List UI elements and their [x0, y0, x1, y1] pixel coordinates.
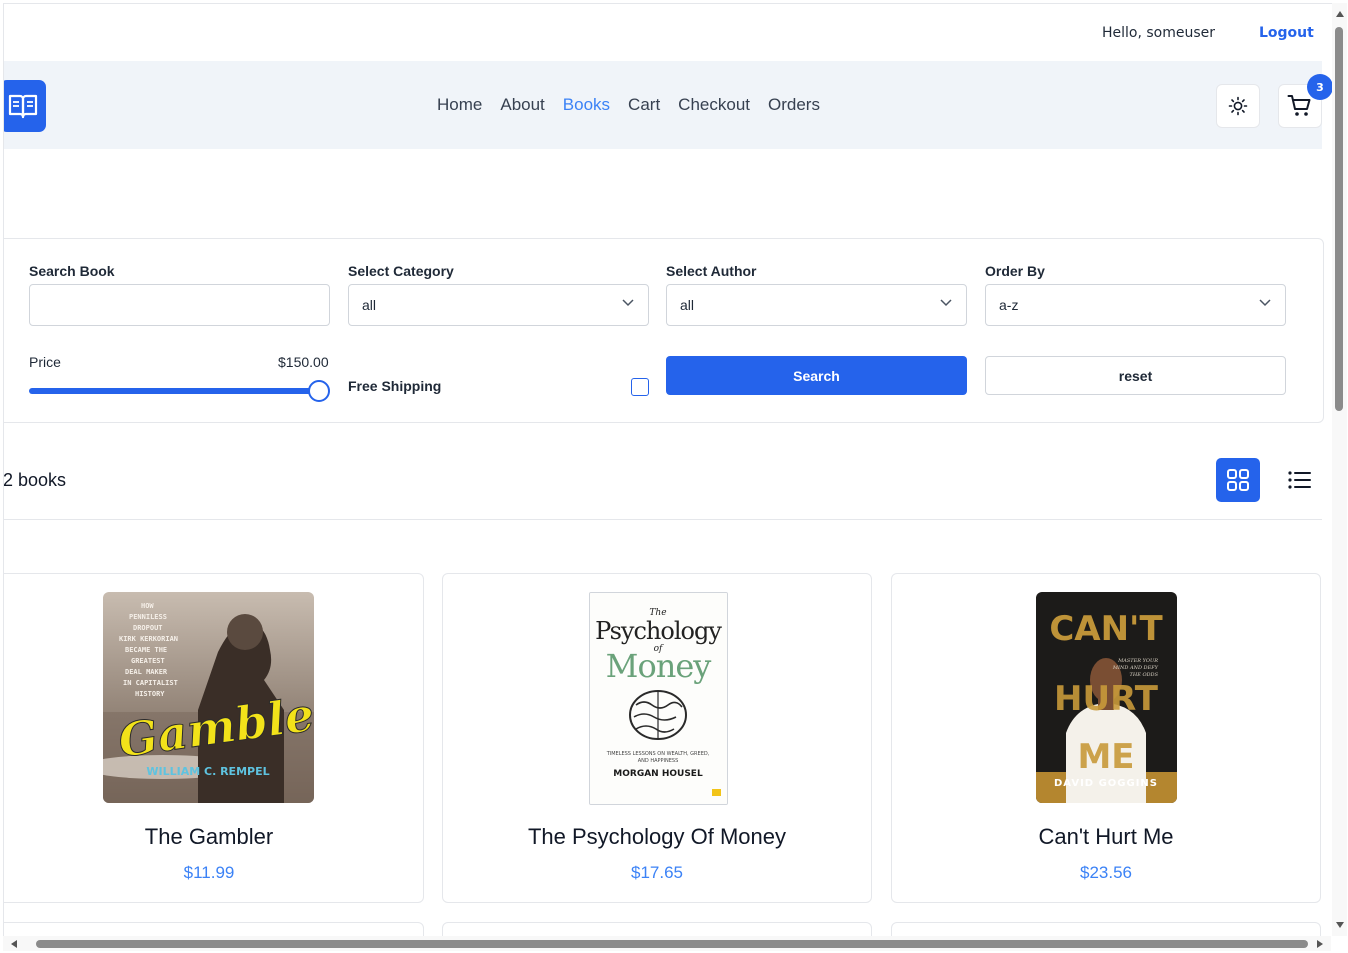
svg-text:THE ODDS: THE ODDS [1130, 672, 1159, 678]
chevron-down-icon [940, 299, 952, 307]
book-card-stub [4, 922, 424, 937]
scroll-left-arrow-icon[interactable] [10, 939, 18, 949]
author-label: Select Author [666, 263, 757, 279]
nav-home[interactable]: Home [437, 95, 482, 115]
nav-links: Home About Books Cart Checkout Orders [437, 95, 838, 115]
svg-text:IN CAPITALIST: IN CAPITALIST [123, 679, 178, 687]
logo-button[interactable] [4, 80, 46, 132]
svg-text:Psychology: Psychology [595, 617, 722, 645]
logout-link[interactable]: Logout [1259, 25, 1314, 41]
svg-text:DEAL MAKER: DEAL MAKER [125, 668, 168, 676]
nav-books[interactable]: Books [563, 95, 610, 115]
chevron-down-icon [1259, 299, 1271, 307]
svg-text:PENNILESS: PENNILESS [129, 613, 167, 621]
results-divider [4, 519, 1322, 520]
reset-button[interactable]: reset [985, 356, 1286, 395]
cart-count-badge: 3 [1307, 74, 1332, 100]
list-view-button[interactable] [1278, 458, 1322, 502]
search-button[interactable]: Search [666, 356, 967, 395]
filter-panel: Search Book Select Category all Select A… [4, 238, 1324, 423]
category-label: Select Category [348, 263, 454, 279]
book-card-psychology-of-money[interactable]: The Psychology of Money TIMELESS LESSONS… [442, 573, 872, 903]
price-label: Price [29, 354, 61, 370]
horizontal-scrollbar-thumb[interactable] [36, 940, 1308, 948]
sun-icon [1228, 96, 1248, 116]
scroll-right-arrow-icon[interactable] [1316, 939, 1324, 949]
book-title: The Psychology Of Money [527, 824, 786, 849]
svg-text:AND HAPPINESS: AND HAPPINESS [638, 758, 679, 764]
order-by-label: Order By [985, 263, 1045, 279]
theme-toggle-button[interactable] [1216, 84, 1260, 128]
free-shipping-checkbox[interactable] [631, 378, 649, 396]
grid-view-button[interactable] [1216, 458, 1260, 502]
list-icon [1288, 471, 1311, 489]
price-slider-track[interactable] [29, 388, 319, 394]
chevron-down-icon [622, 299, 634, 307]
grid-icon [1227, 469, 1249, 491]
nav-about[interactable]: About [500, 95, 544, 115]
nav-cart[interactable]: Cart [628, 95, 660, 115]
author-value: all [680, 297, 695, 313]
book-cover-gambler: HOW PENNILESS DROPOUT KIRK KERKORIAN BEC… [103, 592, 314, 803]
svg-text:KIRK KERKORIAN: KIRK KERKORIAN [119, 635, 178, 643]
book-cover-cant-hurt-me: CAN'T HURT ME DAVID GOGGINS MASTER YOUR … [1036, 592, 1177, 803]
cover-author-cant-hurt-me: DAVID GOGGINS [1054, 778, 1158, 789]
price-value: $150.00 [278, 354, 329, 370]
free-shipping-label: Free Shipping [348, 378, 442, 394]
open-book-icon [8, 94, 38, 119]
svg-text:CAN'T: CAN'T [1049, 609, 1163, 649]
results-count: 2 books [3, 470, 67, 490]
svg-text:MASTER YOUR: MASTER YOUR [1117, 658, 1158, 664]
greeting-text: Hello, someuser [1102, 25, 1216, 41]
book-card-cant-hurt-me[interactable]: CAN'T HURT ME DAVID GOGGINS MASTER YOUR … [891, 573, 1321, 903]
svg-text:HURT: HURT [1054, 679, 1159, 719]
book-cover-psychology-of-money: The Psychology of Money TIMELESS LESSONS… [589, 592, 728, 805]
navbar: Home About Books Cart Checkout Orders [4, 61, 1322, 149]
book-card-gambler[interactable]: HOW PENNILESS DROPOUT KIRK KERKORIAN BEC… [4, 573, 424, 903]
category-select[interactable]: all [348, 284, 649, 326]
book-price: $11.99 [183, 863, 235, 882]
svg-text:HISTORY: HISTORY [135, 690, 165, 698]
search-book-input[interactable] [29, 284, 330, 326]
nav-orders[interactable]: Orders [768, 95, 820, 115]
order-by-value: a-z [999, 297, 1019, 313]
scroll-up-arrow-icon[interactable] [1335, 10, 1345, 18]
svg-text:DROPOUT: DROPOUT [133, 624, 163, 632]
vertical-scrollbar-thumb[interactable] [1335, 27, 1343, 411]
browser-frame: Hello, someuser Logout Home About Books [0, 0, 1348, 953]
svg-text:MIND AND DEFY: MIND AND DEFY [1112, 665, 1159, 671]
cover-author-psychology: MORGAN HOUSEL [613, 769, 703, 779]
scroll-down-arrow-icon[interactable] [1335, 921, 1345, 929]
search-book-label: Search Book [29, 263, 115, 279]
price-slider-thumb[interactable] [308, 380, 330, 402]
page-viewport: Hello, someuser Logout Home About Books [3, 3, 1332, 937]
svg-text:BECAME THE: BECAME THE [125, 646, 167, 654]
book-price: $23.56 [1080, 863, 1132, 882]
svg-text:HOW: HOW [141, 602, 154, 610]
svg-text:Money: Money [606, 647, 712, 685]
category-value: all [362, 297, 377, 313]
svg-text:ME: ME [1077, 737, 1134, 777]
cart-icon [1287, 95, 1311, 116]
svg-text:GREATEST: GREATEST [131, 657, 165, 665]
book-card-stub [891, 922, 1321, 937]
book-price: $17.65 [631, 863, 683, 882]
author-select[interactable]: all [666, 284, 967, 326]
nav-checkout[interactable]: Checkout [678, 95, 750, 115]
book-title: The Gambler [144, 824, 274, 849]
cover-author-gambler: WILLIAM C. REMPEL [146, 765, 269, 778]
book-card-stub [442, 922, 872, 937]
user-bar: Hello, someuser Logout [4, 4, 1332, 61]
svg-text:TIMELESS LESSONS ON WEALTH, GR: TIMELESS LESSONS ON WEALTH, GREED, [606, 751, 710, 757]
order-by-select[interactable]: a-z [985, 284, 1286, 326]
book-title: Can't Hurt Me [1038, 824, 1174, 849]
